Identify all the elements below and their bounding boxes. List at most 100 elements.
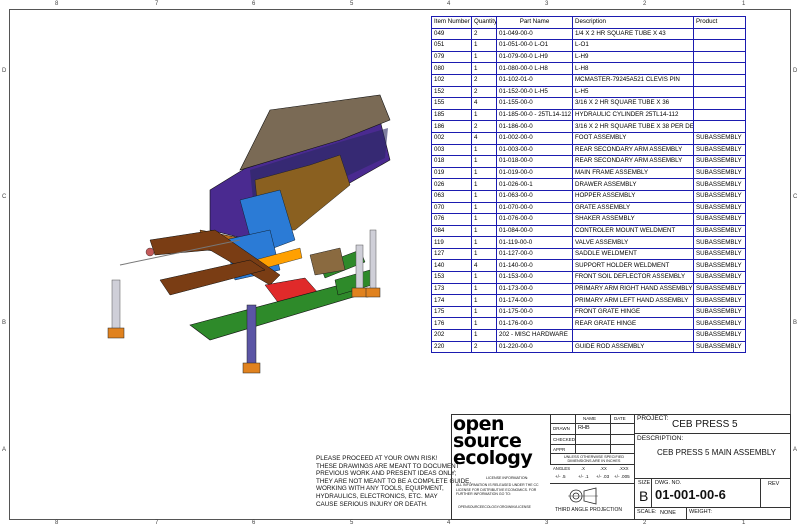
bom-row: 051 1 01-051-00-0 L-O1 L-O1 xyxy=(431,39,746,52)
bom-row: 202 1 202 - MISC HARDWARE SUBASSEMBLY xyxy=(431,329,746,342)
bom-product: SUBASSEMBLY xyxy=(693,143,746,157)
zone-top-5: 5 xyxy=(350,1,354,7)
bom-product: SUBASSEMBLY xyxy=(693,224,746,238)
bom-product: SUBASSEMBLY xyxy=(693,189,746,203)
sheet-size: B xyxy=(639,488,649,504)
bom-product xyxy=(693,62,746,75)
bom-row: 119 1 01-119-00-0 VALVE ASSEMBLY SUBASSEMBLY xyxy=(431,236,746,249)
grid-line xyxy=(634,414,635,520)
bom-description: FRONT GRATE HINGE xyxy=(572,305,694,319)
grid-line xyxy=(634,478,791,479)
bom-product: SUBASSEMBLY xyxy=(693,131,746,145)
bom-part-name: 01-185-00-0 - 25TL14-112 xyxy=(496,108,573,122)
drawing-number: 01-001-00-6 xyxy=(655,487,726,502)
bom-description: 3/16 X 2 HR SQUARE TUBE X 36 xyxy=(572,97,694,110)
third-angle-projection-icon xyxy=(568,487,598,505)
bom-product: SUBASSEMBLY xyxy=(693,340,746,354)
zone-top-1: 1 xyxy=(742,1,746,7)
safety-disclaimer: PLEASE PROCEED AT YOUR OWN RISK! THESE D… xyxy=(316,455,471,508)
bom-product xyxy=(693,50,746,64)
grid-line xyxy=(550,483,634,484)
bom-description: HYDRAULIC CYLINDER 25TL14-112 xyxy=(572,108,694,122)
bom-item-number: 018 xyxy=(431,155,472,168)
bom-item-number: 174 xyxy=(431,294,472,307)
bom-row: 026 1 01-026-00-1 DRAWER ASSEMBLY SUBASSEMBL… xyxy=(431,178,746,191)
bom-item-number: 070 xyxy=(431,201,472,215)
zone-top-3: 3 xyxy=(545,1,549,7)
bom-quantity: 2 xyxy=(471,85,497,99)
grid-line xyxy=(760,478,761,507)
bom-part-name: 01-084-00-0 xyxy=(496,224,573,238)
bom-item-number: 026 xyxy=(431,178,472,191)
bom-row: 019 1 01-019-00-0 MAIN FRAME ASSEMBLY SUBASS… xyxy=(431,166,746,180)
assembly-isometric-view xyxy=(107,94,391,374)
bom-row: 084 1 01-084-00-0 CONTROLER MOUNT WELDMENT S… xyxy=(431,224,746,238)
bom-product: SUBASSEMBLY xyxy=(693,271,746,284)
bom-item-number: 084 xyxy=(431,224,472,238)
bom-description: L-H9 xyxy=(572,50,694,64)
description-text: CEB PRESS 5 MAIN ASSEMBLY xyxy=(657,448,777,457)
x-label: .X xyxy=(581,466,585,471)
bom-row: 186 2 01-186-00-0 3/16 X 2 HR SQUARE TUBE X… xyxy=(431,120,746,133)
bom-product: SUBASSEMBLY xyxy=(693,178,746,191)
bom-product xyxy=(693,27,746,41)
scale-label: SCALE: xyxy=(637,509,657,515)
bom-description: FRONT SOIL DEFLECTOR ASSEMBLY xyxy=(572,271,694,284)
grid-line xyxy=(651,478,652,507)
grid-line xyxy=(634,507,791,508)
bom-part-name: 01-174-00-0 xyxy=(496,294,573,307)
bom-description: REAR SECONDARY ARM ASSEMBLY xyxy=(572,143,694,157)
bom-product: SUBASSEMBLY xyxy=(693,201,746,215)
drawn-label: DRAWN xyxy=(553,426,570,431)
appr-label: APPR xyxy=(553,447,566,452)
bom-quantity: 1 xyxy=(471,329,497,342)
bom-product xyxy=(693,73,746,87)
grid-line xyxy=(610,414,611,453)
bom-part-name: 01-063-00-0 xyxy=(496,189,573,203)
xx-tolerance: +/- .03 xyxy=(596,474,610,479)
bom-description: SADDLE WELDMENT xyxy=(572,247,694,261)
bom-part-name: 01-019-00-0 xyxy=(496,166,573,180)
xx-label: .XX xyxy=(600,466,607,471)
bom-header-item-number: Item Number xyxy=(431,16,472,29)
bom-item-number: 063 xyxy=(431,189,472,203)
bom-row: 173 1 01-173-00-0 PRIMARY ARM RIGHT HAND AS… xyxy=(431,282,746,296)
bom-quantity: 1 xyxy=(471,305,497,319)
bom-header-description: Description xyxy=(572,16,694,29)
disclaimer-line: WORKING WITH ANY TOOLS, EQUIPMENT, xyxy=(316,485,444,493)
bom-item-number: 185 xyxy=(431,108,472,122)
bom-quantity: 1 xyxy=(471,166,497,180)
bom-row: 018 1 01-018-00-0 REAR SECONDARY ARM ASSEMB… xyxy=(431,155,746,168)
bom-row: 002 4 01-002-00-0 FOOT ASSEMBLY SUBASSEMBLY xyxy=(431,131,746,145)
bom-row: 220 2 01-220-00-0 GUIDE ROD ASSEMBLY SUBASSE… xyxy=(431,340,746,354)
bom-item-number: 051 xyxy=(431,39,472,52)
disclaimer-line: PREVIOUS WORK AND PRESENT IDEAS ONLY; xyxy=(316,470,457,478)
bom-item-number: 155 xyxy=(431,97,472,110)
grid-line xyxy=(550,434,634,435)
bom-part-name: 01-070-00-0 xyxy=(496,201,573,215)
bom-row: 079 1 01-079-00-0 L-H9 L-H9 xyxy=(431,50,746,64)
bom-quantity: 1 xyxy=(471,213,497,226)
bom-part-name: 01-220-00-0 xyxy=(496,340,573,354)
zone-bottom-7: 7 xyxy=(155,520,159,526)
bom-part-name: 01-079-00-0 L-H9 xyxy=(496,50,573,64)
bom-item-number: 127 xyxy=(431,247,472,261)
grid-line xyxy=(575,414,576,453)
grid-line xyxy=(634,433,791,434)
bom-row: 140 4 01-140-00-0 SUPPORT HOLDER WELDMENT SU… xyxy=(431,259,746,273)
zone-right-b: B xyxy=(793,320,798,326)
x-tolerance: +/- .1 xyxy=(578,474,589,479)
bom-description: L-H5 xyxy=(572,85,694,99)
date-header: DATE xyxy=(614,416,626,421)
disclaimer-line: THESE DRAWINGS ARE MEANT TO DOCUMENT xyxy=(316,462,460,470)
bom-part-name: 01-155-00-0 xyxy=(496,97,573,110)
bom-header-quantity: Quantity xyxy=(471,16,497,29)
bom-part-name: 01-186-00-0 xyxy=(496,120,573,133)
bom-quantity: 1 xyxy=(471,317,497,331)
bom-description: PRIMARY ARM LEFT HAND ASSEMBLY xyxy=(572,294,694,307)
bom-part-name: 01-080-00-0 L-H8 xyxy=(496,62,573,75)
bom-part-name: 01-076-00-0 xyxy=(496,213,573,226)
description-label: DESCRIPTION: xyxy=(637,435,684,442)
bom-item-number: 080 xyxy=(431,62,472,75)
bom-quantity: 1 xyxy=(471,50,497,64)
